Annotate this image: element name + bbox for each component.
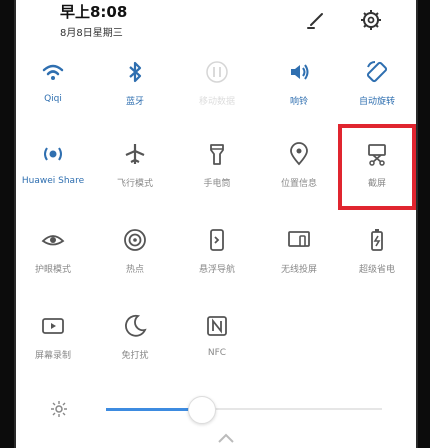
tile-auto-rotate[interactable]: 自动旋转 — [342, 58, 412, 107]
screen-record-icon — [42, 318, 64, 334]
tile-label: 超级省电 — [358, 265, 395, 275]
tile-label: 蓝牙 — [125, 97, 144, 107]
tile-bluetooth[interactable]: 蓝牙 — [100, 58, 170, 107]
brightness-slider-track[interactable] — [192, 408, 382, 410]
tile-hotspot[interactable]: 热点 — [100, 226, 170, 275]
pencil-icon[interactable] — [304, 8, 328, 32]
tile-eye-comfort[interactable]: 护眼模式 — [18, 226, 88, 275]
tile-super-power-saving[interactable]: 超级省电 — [342, 226, 412, 275]
tile-mobile-data[interactable]: 移动数据 — [182, 58, 252, 107]
chevron-up-icon[interactable] — [216, 432, 236, 444]
tile-label: 手电筒 — [203, 179, 231, 189]
tile-label: 位置信息 — [280, 179, 317, 189]
tile-label: 免打扰 — [121, 351, 149, 361]
wifi-icon — [42, 64, 64, 80]
tile-label: Qiqi — [44, 94, 62, 104]
mobile-data-icon — [206, 61, 228, 83]
flashlight-icon — [210, 144, 224, 165]
tile-floating-nav[interactable]: 悬浮导航 — [182, 226, 252, 275]
tile-wireless-projection[interactable]: 无线投屏 — [264, 226, 334, 275]
tile-label: Huawei Share — [21, 176, 85, 186]
tile-wifi[interactable]: Qiqi — [18, 58, 88, 104]
status-time: 早上8:08 — [60, 3, 128, 21]
nfc-icon — [207, 316, 227, 336]
screenshot-highlight-box — [338, 124, 416, 210]
tile-label: 响铃 — [289, 97, 308, 107]
tile-label: NFC — [207, 348, 227, 358]
tile-label: 屏幕录制 — [34, 351, 71, 361]
tile-label: 自动旋转 — [358, 97, 395, 107]
moon-icon — [125, 314, 147, 337]
tile-label: 无线投屏 — [280, 265, 317, 275]
quick-settings-panel: 早上8:08 8月8日星期三 Qiqi 蓝牙 移动数据 响铃 自动旋转 Huaw… — [14, 0, 418, 448]
tile-nfc[interactable]: NFC — [182, 312, 252, 358]
tile-label: 热点 — [125, 265, 144, 275]
status-date: 8月8日星期三 — [60, 28, 123, 39]
tile-do-not-disturb[interactable]: 免打扰 — [100, 312, 170, 361]
brightness-slider-fill — [106, 408, 192, 411]
cast-icon — [288, 231, 310, 247]
eye-icon — [41, 235, 65, 246]
tile-label: 移动数据 — [198, 97, 235, 107]
battery-saver-icon — [371, 229, 383, 251]
hotspot-icon — [124, 229, 146, 251]
tile-huawei-share[interactable]: Huawei Share — [18, 140, 88, 186]
airplane-icon — [125, 144, 145, 164]
tile-label: 护眼模式 — [34, 265, 71, 275]
brightness-slider-handle[interactable] — [188, 396, 216, 424]
tile-flashlight[interactable]: 手电筒 — [182, 140, 252, 189]
tile-screen-record[interactable]: 屏幕录制 — [18, 312, 88, 361]
sun-icon — [51, 401, 67, 417]
volume-icon — [291, 64, 309, 80]
tile-location[interactable]: 位置信息 — [264, 140, 334, 189]
floating-nav-icon — [210, 229, 224, 251]
tile-label: 飞行模式 — [116, 179, 153, 189]
huawei-share-icon — [44, 147, 62, 161]
gear-icon[interactable] — [359, 8, 383, 32]
tile-ring[interactable]: 响铃 — [264, 58, 334, 107]
bluetooth-icon — [129, 61, 142, 83]
tile-airplane[interactable]: 飞行模式 — [100, 140, 170, 189]
location-icon — [290, 142, 308, 166]
rotate-icon — [366, 61, 388, 83]
tile-label: 悬浮导航 — [198, 265, 235, 275]
